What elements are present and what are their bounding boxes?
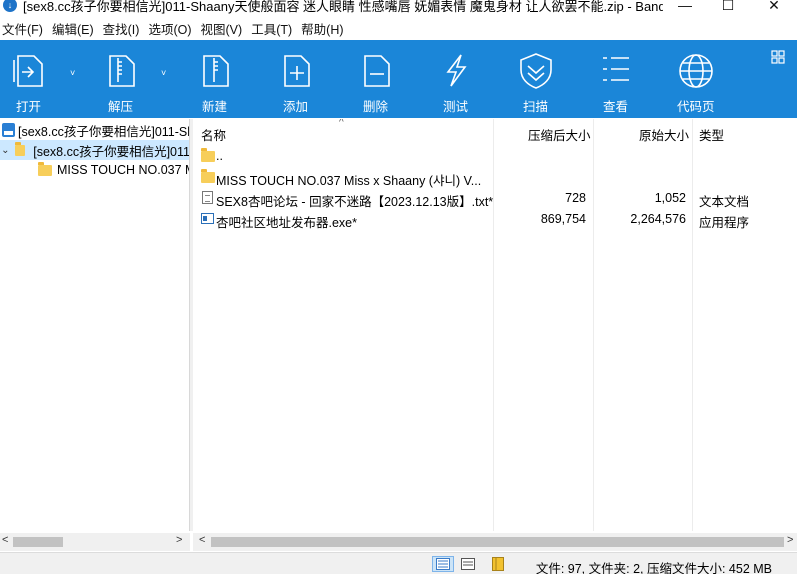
file-list[interactable]: ^ 名称 压缩后大小 原始大小 类型 .. MISS TOUCH NO.037 … [193, 119, 797, 531]
list-item-txt[interactable]: SEX8杏吧论坛 - 回家不迷路【2023.12.13版】.txt* 728 1… [193, 187, 797, 209]
list-item-exe[interactable]: 杏吧社区地址发布器.exe* 869,754 2,264,576 应用程序 [193, 208, 797, 230]
close-button[interactable]: ✕ [751, 0, 797, 16]
add-file-icon [284, 55, 310, 87]
column-header-packed-size[interactable]: 压缩后大小 [528, 125, 591, 144]
codepage-button[interactable]: 代码页 [673, 40, 719, 118]
menu-help[interactable]: 帮助(H) [299, 19, 350, 38]
minimize-button[interactable]: — [662, 0, 708, 16]
scroll-thumb[interactable] [13, 537, 63, 547]
scroll-left-arrow[interactable]: < [199, 534, 205, 546]
details-view-icon [436, 558, 450, 570]
test-button[interactable]: 测试 [433, 40, 479, 118]
menu-view[interactable]: 视图(V) [199, 19, 250, 38]
details-view-button[interactable] [432, 556, 454, 572]
scan-button[interactable]: 扫描 [513, 40, 559, 118]
menu-tools[interactable]: 工具(T) [249, 19, 299, 38]
menu-file[interactable]: 文件(F) [0, 19, 50, 38]
open-label: 打开 [16, 100, 42, 114]
extract-label: 解压 [108, 100, 134, 114]
extract-dropdown-caret[interactable]: ˅ [161, 68, 166, 78]
status-summary: 文件: 97, 文件夹: 2, 压缩文件大小: 452 MB [535, 562, 772, 574]
scroll-thumb[interactable] [211, 537, 784, 547]
new-archive-icon [203, 55, 229, 87]
folder-icon [14, 141, 26, 156]
tree-root-label: [sex8.cc孩子你要相信光]011-Sh [18, 124, 190, 139]
list-header: ^ 名称 压缩后大小 原始大小 类型 [193, 119, 797, 143]
lightning-icon [446, 54, 467, 87]
packed-size: 869,754 [540, 212, 586, 226]
zip-archive-icon [2, 123, 15, 137]
column-header-original-size[interactable]: 原始大小 [639, 125, 689, 144]
tree-folder-label: [sex8.cc孩子你要相信光]011 [33, 144, 190, 159]
delete-label: 删除 [363, 100, 389, 114]
list-view-icon [603, 57, 629, 81]
delete-file-icon [364, 55, 390, 87]
menu-edit[interactable]: 编辑(E) [50, 19, 101, 38]
preview-pane-icon [492, 557, 504, 571]
folder-icon [201, 148, 215, 162]
layout-toggle-icon[interactable] [771, 50, 785, 64]
file-name: .. [216, 149, 223, 163]
scroll-left-arrow[interactable]: < [2, 534, 8, 546]
list-item-parent[interactable]: .. [193, 145, 797, 166]
menu-find[interactable]: 查找(I) [101, 19, 147, 38]
folder-tree[interactable]: [sex8.cc孩子你要相信光]011-Sh ⌄ [sex8.cc孩子你要相信光… [0, 119, 190, 531]
bandizip-app-icon: ↓ [3, 0, 17, 12]
toolbar: 打开 ˅ 解压 ˅ 新建 添加 删除 测试 扫描 查看 代码页 [0, 40, 797, 118]
tree-root-archive[interactable]: [sex8.cc孩子你要相信光]011-Sh [0, 120, 190, 140]
column-header-type[interactable]: 类型 [699, 125, 724, 144]
list-horizontal-scrollbar[interactable]: < > [193, 533, 797, 551]
tree-subfolder-label: MISS TOUCH NO.037 Mi [57, 163, 190, 177]
menu-bar: 文件(F) 编辑(E) 查找(I) 选项(O) 视图(V) 工具(T) 帮助(H… [0, 16, 797, 40]
view-label: 查看 [603, 100, 629, 114]
folder-icon [201, 169, 215, 183]
list-view-small-icon [461, 558, 475, 570]
packed-size: 728 [565, 191, 586, 205]
globe-icon [679, 54, 713, 88]
exe-file-icon [201, 213, 214, 224]
original-size: 2,264,576 [630, 212, 686, 226]
add-label: 添加 [283, 100, 309, 114]
sort-ascending-icon: ^ [339, 119, 344, 128]
file-type: 应用程序 [699, 216, 750, 230]
tree-horizontal-scrollbar[interactable]: < > [0, 533, 190, 551]
add-button[interactable]: 添加 [273, 40, 319, 118]
menu-options[interactable]: 选项(O) [146, 19, 198, 38]
collapse-chevron-icon[interactable]: ⌄ [0, 145, 11, 156]
view-button[interactable]: 查看 [593, 40, 639, 118]
shield-icon [520, 53, 552, 89]
preview-pane-button[interactable] [487, 556, 509, 572]
status-bar: 文件: 97, 文件夹: 2, 压缩文件大小: 452 MB [0, 552, 797, 574]
scroll-right-arrow[interactable]: > [787, 534, 793, 546]
tree-folder-main[interactable]: ⌄ [sex8.cc孩子你要相信光]011 [0, 140, 190, 160]
open-dropdown-caret[interactable]: ˅ [70, 68, 75, 78]
title-bar: ↓ [sex8.cc孩子你要相信光]011-Shaany天使般面容 迷人眼睛 性… [0, 0, 797, 16]
open-archive-icon [13, 55, 43, 87]
maximize-button[interactable]: ☐ [705, 0, 751, 16]
test-label: 测试 [443, 100, 469, 114]
list-item-folder[interactable]: MISS TOUCH NO.037 Miss x Shaany (샤니) V..… [193, 166, 797, 188]
file-name: 杏吧社区地址发布器.exe* [216, 216, 357, 230]
delete-button[interactable]: 删除 [353, 40, 399, 118]
codepage-label: 代码页 [677, 100, 715, 114]
text-file-icon [202, 191, 213, 204]
list-view-button[interactable] [457, 556, 479, 572]
new-button[interactable]: 新建 [192, 40, 238, 118]
new-label: 新建 [202, 100, 228, 114]
scan-label: 扫描 [523, 100, 549, 114]
extract-icon [109, 55, 135, 87]
extract-button[interactable]: 解压 [98, 40, 144, 118]
original-size: 1,052 [654, 191, 686, 205]
tree-folder-sub[interactable]: MISS TOUCH NO.037 Mi [0, 160, 190, 180]
window-title: [sex8.cc孩子你要相信光]011-Shaany天使般面容 迷人眼睛 性感嘴… [23, 0, 663, 14]
open-button[interactable]: 打开 [6, 40, 52, 118]
folder-icon [38, 161, 52, 176]
column-header-name[interactable]: 名称 [201, 125, 226, 144]
scroll-right-arrow[interactable]: > [176, 534, 182, 546]
